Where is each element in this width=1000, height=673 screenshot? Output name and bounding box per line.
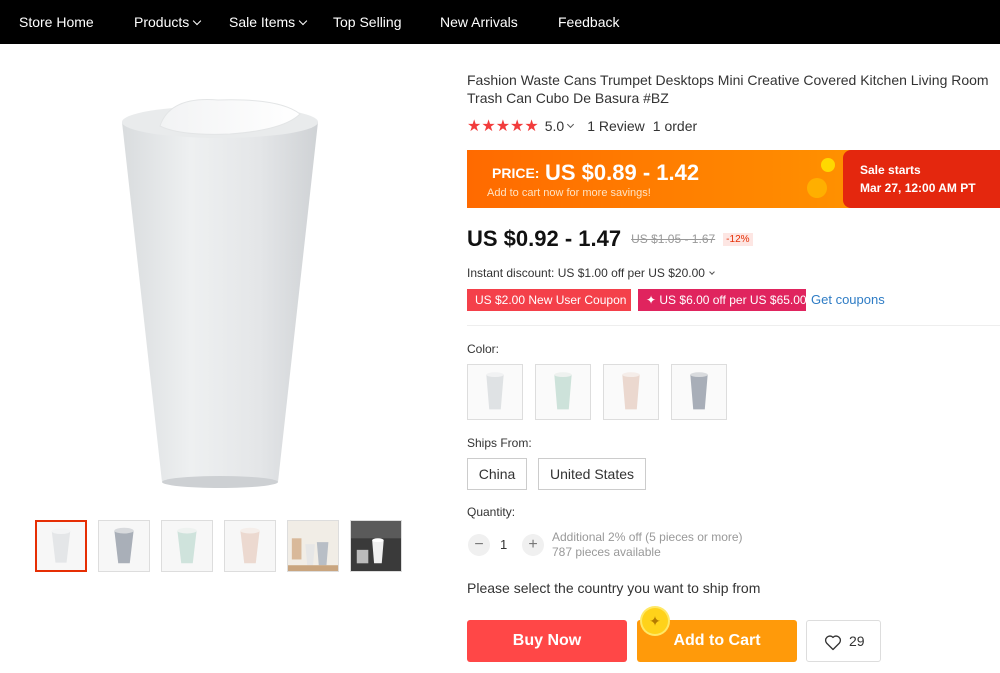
ships-from-china[interactable]: China [467,458,527,490]
wishlist-button[interactable]: 29 [806,620,881,662]
promo-hint: Add to cart now for more savings! [487,187,651,199]
instant-discount-text: Instant discount: US $1.00 off per US $2… [467,266,705,280]
quantity-decrease-button[interactable]: − [468,534,490,556]
nav-new-arrivals[interactable]: New Arrivals [440,14,518,30]
thumbnail-white[interactable] [35,520,87,572]
decor-dot [807,178,827,198]
original-price: US $1.05 - 1.67 [631,232,716,246]
order-count: 1 order [652,118,698,134]
bulk-discount-note: Additional 2% off (5 pieces or more) [552,530,743,544]
ships-from-united-states[interactable]: United States [538,458,646,490]
nav-label: New Arrivals [440,14,518,30]
quantity-label: Quantity: [467,505,516,519]
nav-sale-items[interactable]: Sale Items [229,14,308,30]
store-coupon[interactable]: ✦ US $6.00 off per US $65.00 [638,289,807,311]
chevron-down-icon [709,269,715,275]
promo-price-label: PRICE: [492,165,540,181]
color-swatch-white[interactable] [467,364,523,420]
nav-top-selling[interactable]: Top Selling [333,14,402,30]
star-rating-icon: ★★★★★ [467,118,539,135]
get-coupons-link[interactable]: Get coupons [811,292,885,307]
nav-label: Sale Items [229,14,296,30]
nav-label: Top Selling [333,14,402,30]
color-swatch-gray[interactable] [671,364,727,420]
thumbnail-gray[interactable] [98,520,150,572]
review-count-link[interactable]: 1 Review [587,118,645,134]
discount-badge: -12% [723,232,753,246]
chevron-down-icon [298,16,308,26]
rating-score[interactable]: 5.0 [545,118,564,134]
decor-dot [821,158,835,172]
nav-label: Products [134,14,190,30]
sale-price-banner: PRICE: US $0.89 - 1.42 Add to cart now f… [467,150,1000,208]
ships-from-label: Ships From: [467,436,532,450]
buy-now-button[interactable]: Buy Now [467,620,627,662]
price-row: US $0.92 - 1.47 US $1.05 - 1.67 -12% [467,226,753,252]
color-label: Color: [467,342,500,356]
new-user-coupon[interactable]: US $2.00 New User Coupon [467,289,631,311]
thumbnail-pink[interactable] [224,520,276,572]
product-title: Fashion Waste Cans Trumpet Desktops Mini… [467,72,989,106]
ship-country-message: Please select the country you want to sh… [467,580,761,596]
current-price: US $0.92 - 1.47 [467,226,622,251]
coin-bonus-icon: ✦ [642,608,668,634]
quantity-increase-button[interactable]: + [522,534,544,556]
thumbnail-group[interactable] [287,520,339,572]
trash-can-image [122,99,318,488]
main-product-image[interactable] [100,90,340,510]
quantity-value[interactable]: 1 [500,537,507,552]
chevron-down-icon[interactable] [567,120,575,128]
nav-label: Feedback [558,14,620,30]
color-swatch-pink[interactable] [603,364,659,420]
nav-products[interactable]: Products [134,14,202,30]
sale-start-box: Sale starts Mar 27, 12:00 AM PT [843,150,1000,208]
wishlist-count: 29 [849,633,865,649]
heart-icon [824,635,842,651]
instant-discount[interactable]: Instant discount: US $1.00 off per US $2… [467,266,715,280]
pieces-available: 787 pieces available [552,545,661,559]
thumbnail-scene[interactable] [350,520,402,572]
divider [467,325,1000,326]
sale-start-title: Sale starts [860,163,921,177]
nav-feedback[interactable]: Feedback [558,14,619,30]
chevron-down-icon [193,16,202,26]
rating-row: ★★★★★ 5.0 1 Review 1 order [467,117,697,135]
nav-store-home[interactable]: Store Home [19,14,94,30]
color-swatch-mint[interactable] [535,364,591,420]
thumbnail-mint[interactable] [161,520,213,572]
nav-label: Store Home [19,14,94,30]
promo-price-value: US $0.89 - 1.42 [545,160,700,185]
sale-start-date: Mar 27, 12:00 AM PT [860,181,976,195]
store-nav-bar: Store Home Products Sale Items Top Selli… [0,0,1000,44]
